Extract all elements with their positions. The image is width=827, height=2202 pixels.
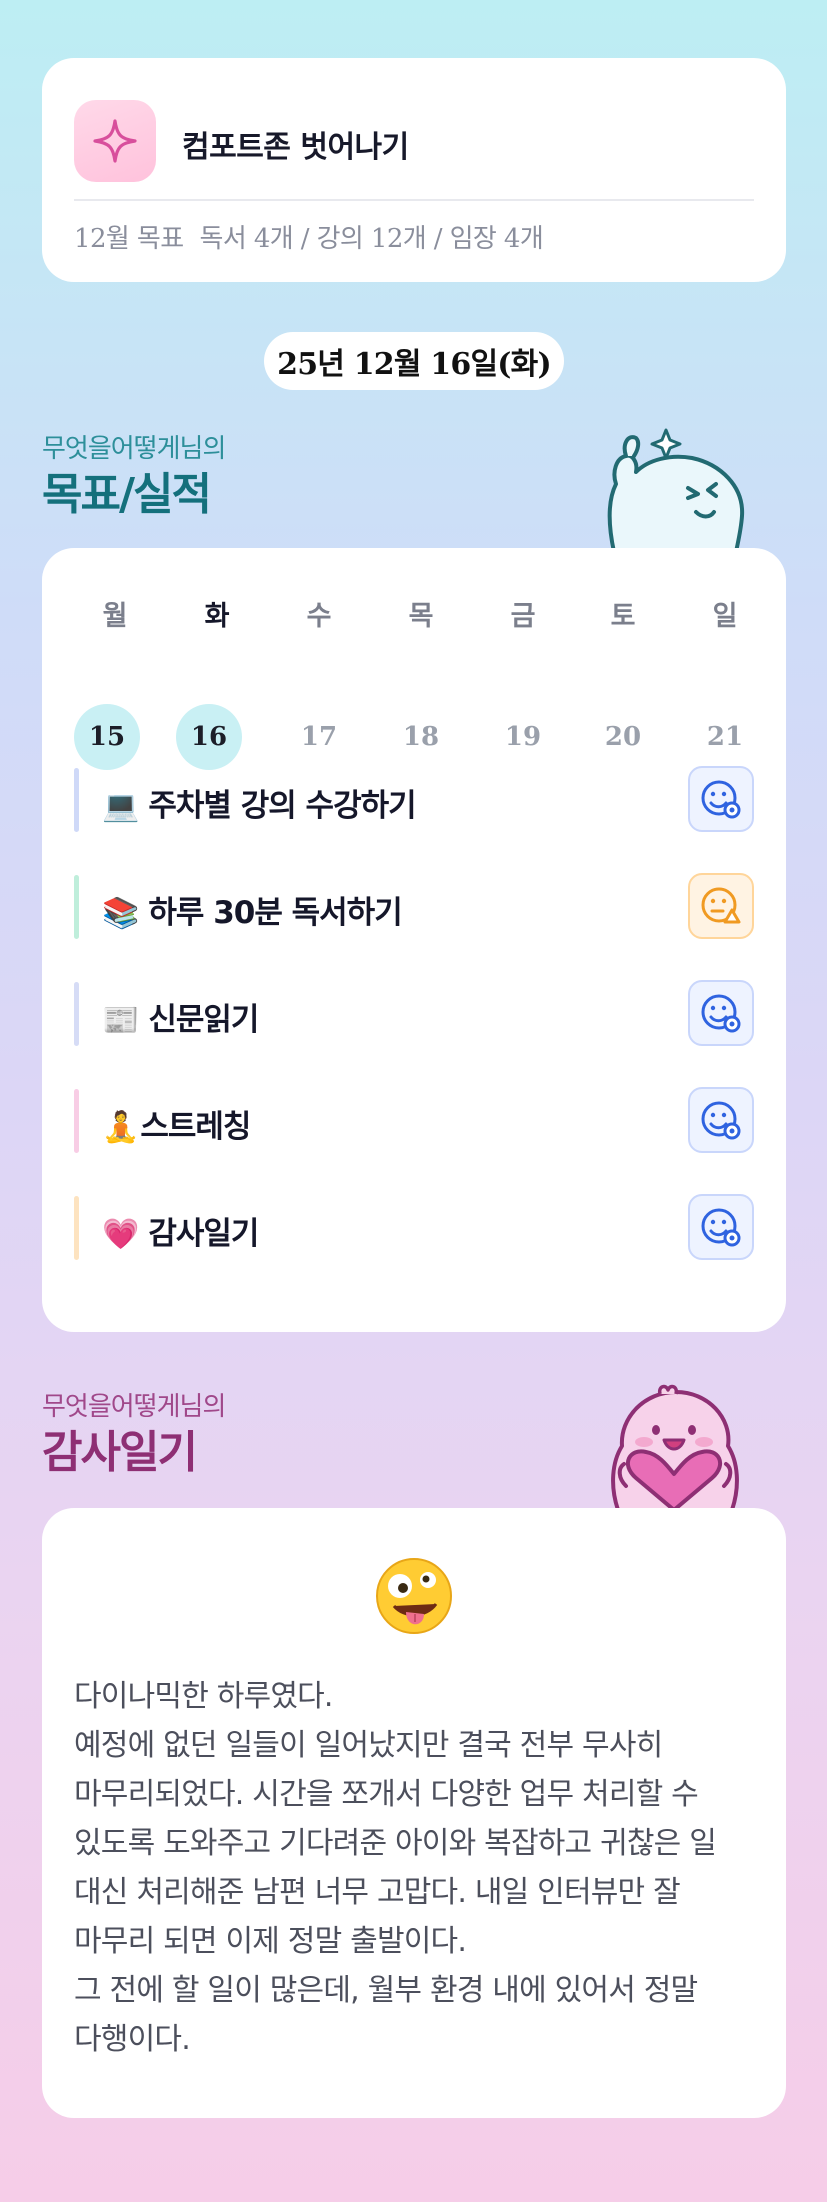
goal-month-label: 12월 목표 (74, 224, 184, 254)
weekday-fri: 금 (510, 601, 536, 632)
task-item[interactable]: 💻 주차별 강의 수강하기 (74, 766, 754, 834)
meditation-icon: 🧘 (102, 1110, 139, 1145)
weekday-mon: 월 (102, 601, 128, 632)
task-label: 💗 감사일기 (102, 1208, 259, 1253)
calendar-day[interactable]: 17 (284, 704, 354, 770)
task-color-bar (74, 1196, 79, 1260)
laptop-icon: 💻 (102, 789, 139, 824)
goal-stats: 12월 목표 독서 4개 / 강의 12개 / 임장 4개 (74, 218, 544, 255)
weekday-sat: 토 (610, 601, 636, 632)
task-label-text: 스트레칭 (140, 1109, 251, 1145)
task-label: 📚 하루 30분 독서하기 (102, 887, 403, 932)
newspaper-icon: 📰 (102, 1003, 139, 1038)
divider (74, 199, 754, 201)
diary-section-title: 감사일기 (42, 1427, 198, 1478)
goal-card[interactable]: 컴포트존 벗어나기 12월 목표 독서 4개 / 강의 12개 / 임장 4개 (42, 58, 786, 282)
task-label-text: 신문읽기 (148, 1002, 259, 1038)
goals-section-title: 목표/실적 (42, 469, 212, 520)
goal-title: 컴포트존 벗어나기 (182, 130, 409, 165)
goal-stats-text: 독서 4개 / 강의 12개 / 임장 4개 (199, 224, 544, 254)
diary-entry-text: 다이나믹한 하루였다. 예정에 없던 일들이 일어났지만 결국 전부 무사히 마… (74, 1672, 758, 2064)
mascot-heart-illustration (611, 1384, 739, 1510)
task-color-bar (74, 768, 79, 832)
task-item[interactable]: 🧘스트레칭 (74, 1087, 754, 1155)
task-item[interactable]: 📰 신문읽기 (74, 980, 754, 1048)
task-label: 📰 신문읽기 (102, 994, 259, 1039)
calendar-day[interactable]: 18 (386, 704, 456, 770)
smile-check-icon[interactable] (688, 766, 754, 832)
calendar-day[interactable]: 21 (690, 704, 760, 770)
smile-check-icon[interactable] (688, 1087, 754, 1153)
neutral-warning-icon[interactable] (688, 873, 754, 939)
books-icon: 📚 (102, 896, 139, 931)
weekday-tue: 화 (204, 601, 230, 632)
zany-face-icon (376, 1558, 452, 1634)
calendar-day-selected[interactable]: 16 (176, 704, 242, 770)
calendar-day[interactable]: 15 (74, 704, 140, 770)
calendar-day[interactable]: 19 (488, 704, 558, 770)
smile-check-icon[interactable] (688, 980, 754, 1046)
weekday-sun: 일 (712, 601, 738, 632)
goals-card: 월 화 수 목 금 토 일 15 16 17 18 19 20 21 💻 주차별 … (42, 548, 786, 1332)
task-label-text: 감사일기 (148, 1216, 259, 1252)
calendar-day[interactable]: 20 (588, 704, 658, 770)
weekday-wed: 수 (306, 601, 332, 632)
pink-heart-icon: 💗 (102, 1217, 139, 1252)
sparkle-icon (74, 100, 156, 182)
task-item[interactable]: 💗 감사일기 (74, 1194, 754, 1262)
task-label-text: 하루 30분 독서하기 (148, 895, 402, 931)
diary-paragraph: 다이나믹한 하루였다. (74, 1679, 333, 1714)
date-selector[interactable]: 25년 12월 16일(화) (264, 332, 564, 390)
diary-paragraph: 예정에 없던 일들이 일어났지만 결국 전부 무사히 마무리되었다. 시간을 쪼… (74, 1728, 717, 1959)
weekday-thu: 목 (408, 601, 434, 632)
task-label: 🧘스트레칭 (102, 1101, 251, 1146)
smile-check-icon[interactable] (688, 1194, 754, 1260)
task-label: 💻 주차별 강의 수강하기 (102, 780, 417, 825)
task-color-bar (74, 1089, 79, 1153)
task-item[interactable]: 📚 하루 30분 독서하기 (74, 873, 754, 941)
task-color-bar (74, 875, 79, 939)
task-color-bar (74, 982, 79, 1046)
diary-card[interactable]: 다이나믹한 하루였다. 예정에 없던 일들이 일어났지만 결국 전부 무사히 마… (42, 1508, 786, 2118)
diary-paragraph: 그 전에 할 일이 많은데, 월부 환경 내에 있어서 정말 다행이다. (74, 1973, 698, 2057)
task-label-text: 주차별 강의 수강하기 (148, 788, 416, 824)
mascot-cheering-illustration (607, 428, 745, 552)
